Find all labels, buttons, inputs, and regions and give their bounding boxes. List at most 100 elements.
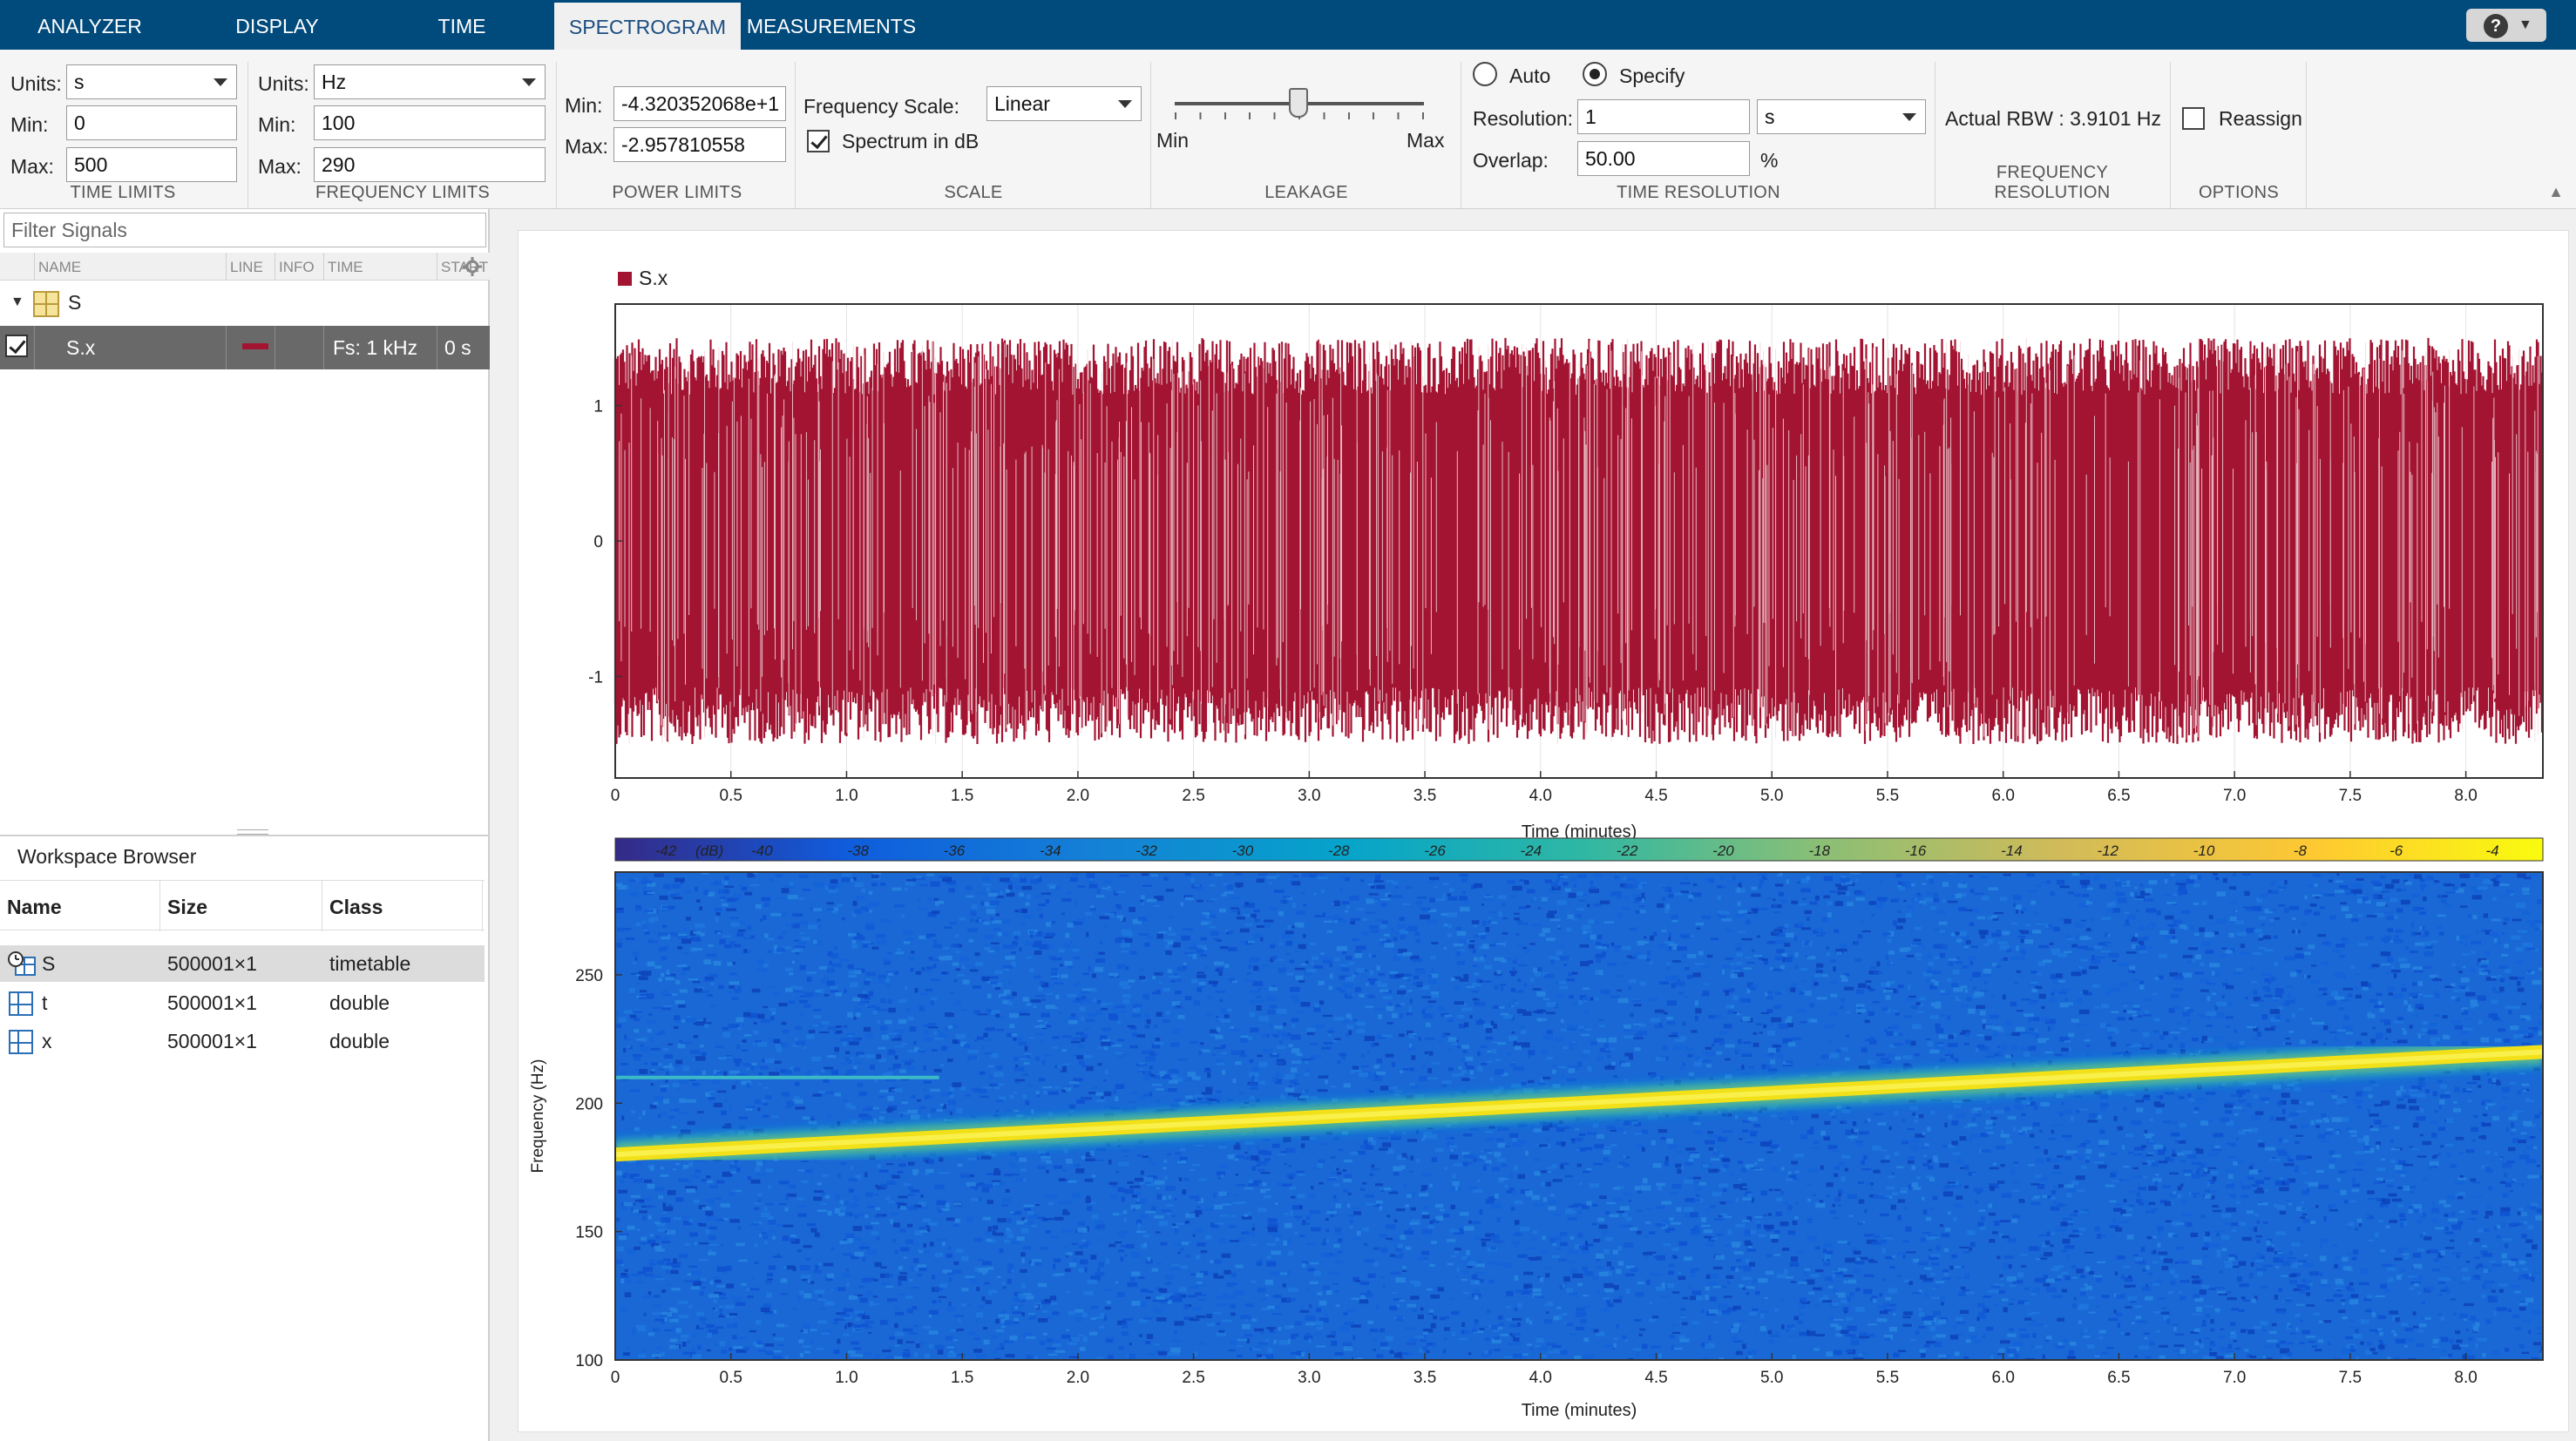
tab-time[interactable]: TIME <box>383 0 540 50</box>
signal-line-cell[interactable] <box>227 326 275 369</box>
power-max-input[interactable]: -2.957810558 <box>613 127 786 162</box>
freq-units-select[interactable]: Hz <box>314 64 546 99</box>
table-group-icon <box>33 291 59 317</box>
time-max-input[interactable]: 500 <box>66 147 237 182</box>
x-tick-label: 6.0 <box>1991 787 2014 805</box>
resolution-input[interactable]: 1 <box>1577 99 1750 134</box>
colorbar-tick-label: -34 <box>1040 842 1061 859</box>
frequency-scale-value: Linear <box>994 92 1050 115</box>
tab-spectrogram[interactable]: SPECTROGRAM <box>554 3 741 50</box>
chevron-down-icon <box>522 78 536 86</box>
x-tick-label: 0.5 <box>720 1369 742 1387</box>
time-min-label: Min: <box>10 113 49 136</box>
time-limits-title: TIME LIMITS <box>70 183 176 202</box>
power-min-input[interactable]: -4.320352068e+1 <box>613 86 786 121</box>
signal-row[interactable]: S.x Fs: 1 kHz 0 s <box>0 326 490 369</box>
divider <box>1150 62 1151 208</box>
workspace-row[interactable]: S 500001×1 timetable <box>0 945 485 982</box>
colorbar-tick-label: -32 <box>1135 842 1157 859</box>
x-tick-label: 0 <box>611 787 620 805</box>
colorbar-tick-label: -22 <box>1617 842 1638 859</box>
y-tick-label: 150 <box>575 1224 603 1242</box>
resolution-label: Resolution: <box>1473 107 1574 130</box>
signal-visible-checkbox[interactable] <box>5 335 28 357</box>
overlap-input[interactable]: 50.00 <box>1577 141 1750 176</box>
time-units-value: s <box>74 71 85 93</box>
divider <box>247 62 248 208</box>
time-min-input[interactable]: 0 <box>66 105 237 140</box>
freq-units-value: Hz <box>322 71 347 93</box>
leakage-section: Min Max LEAKAGE <box>1154 58 1459 203</box>
help-button[interactable]: ? ▼ <box>2466 9 2546 42</box>
y-tick-label: 1 <box>593 398 603 416</box>
ws-column-size[interactable]: Size <box>160 881 322 931</box>
divider <box>556 62 557 208</box>
x-tick-label: 6.0 <box>1991 1369 2014 1387</box>
table-settings-icon[interactable] <box>462 256 483 277</box>
freq-max-input[interactable]: 290 <box>314 147 546 182</box>
leakage-min-label: Min <box>1156 129 1190 152</box>
column-header-info[interactable]: INFO <box>275 253 324 281</box>
colorbar-tick-label: -36 <box>944 842 966 859</box>
plot-panel: S.x 0 0.5 1.0 1.5 2.0 2.5 3.0 3.5 4.0 4.5 5.0 5.5 6.… <box>518 230 2569 1432</box>
colorbar-tick-label: -12 <box>2097 842 2118 859</box>
column-header-name[interactable]: NAME <box>35 253 227 281</box>
time-units-label: Units: <box>10 72 62 95</box>
workspace-row[interactable]: t 500001×1 double <box>0 984 485 1021</box>
colorbar-tick-label: -16 <box>1905 842 1927 859</box>
filter-signals-input[interactable]: Filter Signals <box>3 213 486 247</box>
workspace-row[interactable]: x 500001×1 double <box>0 1023 485 1059</box>
plot-area: S.x 0 0.5 1.0 1.5 2.0 2.5 3.0 3.5 4.0 4.5 5.0 5.5 6.… <box>493 209 2576 1441</box>
colorbar-tick-label: -14 <box>2001 842 2023 859</box>
x-tick-label: 5.5 <box>1876 787 1899 805</box>
leakage-slider-thumb[interactable] <box>1289 88 1308 118</box>
column-header-time[interactable]: TIME <box>324 253 437 281</box>
tab-display[interactable]: DISPLAY <box>199 0 356 50</box>
expand-triangle-icon[interactable]: ▼ <box>10 294 24 310</box>
auto-label: Auto <box>1509 64 1551 87</box>
y-tick-label: 200 <box>575 1095 603 1113</box>
x-tick-label: 6.5 <box>2107 1369 2130 1387</box>
reassign-checkbox[interactable] <box>2182 107 2205 130</box>
x-tick-label: 7.0 <box>2223 1369 2246 1387</box>
power-limits-title: POWER LIMITS <box>612 183 742 202</box>
resolution-units-value: s <box>1765 105 1775 128</box>
ws-column-name[interactable]: Name <box>0 881 160 931</box>
ws-column-class[interactable]: Class <box>322 881 483 931</box>
resolution-units-select[interactable]: s <box>1757 99 1926 134</box>
frequency-scale-select[interactable]: Linear <box>986 86 1142 121</box>
freq-min-input[interactable]: 100 <box>314 105 546 140</box>
time-units-select[interactable]: s <box>66 64 237 99</box>
auto-radio[interactable] <box>1473 62 1497 86</box>
collapse-toolstrip-icon[interactable]: ▲ <box>2548 183 2564 201</box>
left-panel: Filter Signals NAME LINE INFO TIME START… <box>0 209 490 1441</box>
power-max-label: Max: <box>565 135 608 158</box>
freq-min-label: Min: <box>258 113 296 136</box>
spectrogram-image <box>615 872 2543 1360</box>
panel-splitter[interactable] <box>0 826 490 836</box>
reassign-label: Reassign <box>2219 107 2302 130</box>
time-domain-xticks: 0 0.5 1.0 1.5 2.0 2.5 3.0 3.5 4.0 4.5 5.0 5.5 6.0 6.5… <box>611 771 2478 805</box>
divider <box>2306 62 2307 208</box>
ws-var-class: double <box>329 991 390 1014</box>
tab-analyzer[interactable]: ANALYZER <box>16 0 164 50</box>
specify-radio[interactable] <box>1583 62 1607 86</box>
tab-measurements[interactable]: MEASUREMENTS <box>746 0 917 50</box>
colorbar-tick-label: -18 <box>1809 842 1831 859</box>
line-color-swatch[interactable] <box>242 343 268 349</box>
x-tick-label: 3.0 <box>1298 1369 1320 1387</box>
x-tick-label: 8.0 <box>2454 787 2477 805</box>
x-tick-label: 3.5 <box>1413 787 1436 805</box>
x-tick-label: 2.0 <box>1067 1369 1089 1387</box>
ws-var-size: 500001×1 <box>167 991 257 1014</box>
divider <box>2170 62 2171 208</box>
time-max-label: Max: <box>10 155 54 178</box>
spectrum-db-checkbox[interactable] <box>807 130 830 152</box>
signal-group-row[interactable]: ▼ S <box>0 282 490 324</box>
ws-var-name: S <box>42 952 56 975</box>
x-tick-label: 2.0 <box>1067 787 1089 805</box>
power-min-label: Min: <box>565 94 603 117</box>
x-tick-label: 1.0 <box>835 787 858 805</box>
x-tick-label: 7.5 <box>2339 1369 2362 1387</box>
column-header-line[interactable]: LINE <box>227 253 275 281</box>
